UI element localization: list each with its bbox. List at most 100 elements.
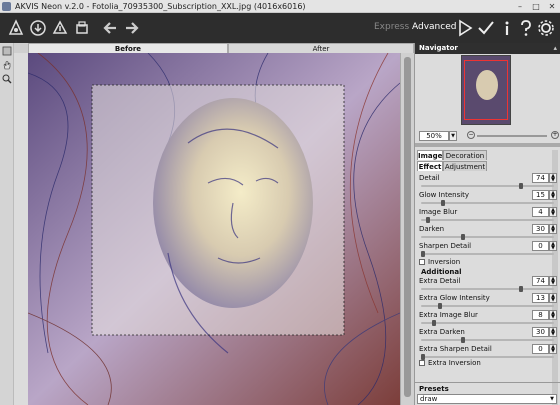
presets-title: Presets <box>419 385 449 393</box>
param-sharpen-detail: Sharpen Detail 0 ▲ ▼ <box>417 241 558 257</box>
zoom-dropdown-icon[interactable]: ▼ <box>449 131 457 141</box>
param-value-field[interactable]: 8 <box>532 310 549 320</box>
tab-effect[interactable]: Effect <box>417 161 443 171</box>
slider-knob[interactable] <box>460 234 465 240</box>
param-detail: Detail 74 ▲ ▼ <box>417 173 558 189</box>
extra-inversion-checkbox[interactable]: Extra Inversion <box>419 359 539 368</box>
hand-tool-icon[interactable] <box>2 60 12 70</box>
additional-group-title: Additional <box>421 268 462 276</box>
scroll-thumb[interactable] <box>404 57 411 397</box>
express-mode-button[interactable]: Express <box>374 22 409 32</box>
navigator-title: Navigator <box>419 44 458 52</box>
param-spinner-icon[interactable]: ▲ ▼ <box>549 241 557 251</box>
param-spinner-icon[interactable]: ▲ ▼ <box>549 207 557 217</box>
slider-knob[interactable] <box>440 200 445 206</box>
param-label: Extra Darken <box>419 328 465 336</box>
param-spinner-icon[interactable]: ▲ ▼ <box>549 276 557 286</box>
apply-check-icon[interactable] <box>476 18 496 38</box>
zoom-out-icon[interactable]: − <box>467 131 475 139</box>
tools-sidebar <box>0 43 14 405</box>
param-darken: Darken 30 ▲ ▼ <box>417 224 558 240</box>
tab-decoration[interactable]: Decoration <box>443 150 487 160</box>
navigator-header: Navigator ▴ <box>415 43 560 54</box>
maximize-button[interactable]: □ <box>528 1 544 12</box>
param-value-field[interactable]: 30 <box>532 224 549 234</box>
open-image-icon[interactable] <box>28 18 48 38</box>
presets-select[interactable]: draw ▼ <box>417 394 557 404</box>
zoom-slider[interactable] <box>477 135 547 137</box>
print-image-icon[interactable] <box>72 18 92 38</box>
param-spinner-icon[interactable]: ▲ ▼ <box>549 293 557 303</box>
param-value-field[interactable]: 30 <box>532 327 549 337</box>
undo-arrow-icon[interactable] <box>100 18 120 38</box>
param-value-field[interactable]: 74 <box>532 276 549 286</box>
param-slider[interactable] <box>421 356 554 358</box>
panel-divider <box>415 143 560 147</box>
slider-knob[interactable] <box>438 303 443 309</box>
param-slider[interactable] <box>421 236 554 238</box>
param-spinner-icon[interactable]: ▲ ▼ <box>549 173 557 183</box>
checkbox-box[interactable] <box>419 360 425 366</box>
param-spinner-icon[interactable]: ▲ ▼ <box>549 190 557 200</box>
image-canvas[interactable] <box>28 53 400 405</box>
zoom-tool-icon[interactable] <box>2 74 12 84</box>
slider-knob[interactable] <box>519 286 524 292</box>
tab-image[interactable]: Image <box>417 150 443 160</box>
param-slider[interactable] <box>421 288 554 290</box>
navigator-preview[interactable] <box>461 55 511 125</box>
run-play-icon[interactable] <box>455 18 475 38</box>
akvis-logo-icon <box>8 19 24 35</box>
param-slider[interactable] <box>421 219 554 221</box>
param-slider[interactable] <box>421 185 554 187</box>
advanced-mode-button[interactable]: Advanced <box>412 22 456 32</box>
toolbar: Express Advanced <box>0 13 560 43</box>
param-value-field[interactable]: 0 <box>532 241 549 251</box>
slider-knob[interactable] <box>460 337 465 343</box>
zoom-in-icon[interactable]: + <box>551 131 559 139</box>
param-slider[interactable] <box>421 253 554 255</box>
settings-gear-icon[interactable] <box>536 18 556 38</box>
close-button[interactable]: ✕ <box>544 1 560 12</box>
param-extra-detail: Extra Detail 74 ▲ ▼ <box>417 276 558 292</box>
slider-knob[interactable] <box>421 251 425 257</box>
param-extra-sharpen-detail: Extra Sharpen Detail 0 ▲ ▼ <box>417 344 558 360</box>
tab-before[interactable]: Before <box>28 43 228 53</box>
tab-after[interactable]: After <box>228 43 414 53</box>
slider-knob[interactable] <box>519 183 524 189</box>
param-extra-glow-intensity: Extra Glow Intensity 13 ▲ ▼ <box>417 293 558 309</box>
param-label: Extra Sharpen Detail <box>419 345 492 353</box>
param-slider[interactable] <box>421 339 554 341</box>
extra-inversion-label: Extra Inversion <box>428 359 481 367</box>
param-slider[interactable] <box>421 322 554 324</box>
tab-adjustment[interactable]: Adjustment <box>443 161 487 171</box>
param-spinner-icon[interactable]: ▲ ▼ <box>549 327 557 337</box>
slider-knob[interactable] <box>431 320 436 326</box>
minimize-button[interactable]: – <box>512 1 528 12</box>
save-image-icon[interactable] <box>50 18 70 38</box>
param-value-field[interactable]: 0 <box>532 344 549 354</box>
param-value-field[interactable]: 15 <box>532 190 549 200</box>
slider-knob[interactable] <box>426 217 431 223</box>
inversion-checkbox[interactable]: Inversion <box>419 258 539 267</box>
param-extra-image-blur: Extra Image Blur 8 ▲ ▼ <box>417 310 558 326</box>
param-value-field[interactable]: 4 <box>532 207 549 217</box>
collapse-icon[interactable]: ▴ <box>553 43 557 54</box>
param-glow-intensity: Glow Intensity 15 ▲ ▼ <box>417 190 558 206</box>
param-value-field[interactable]: 74 <box>532 173 549 183</box>
param-value-field[interactable]: 13 <box>532 293 549 303</box>
param-label: Extra Glow Intensity <box>419 294 490 302</box>
help-question-icon[interactable] <box>516 18 536 38</box>
checkbox-box[interactable] <box>419 259 425 265</box>
param-label: Image Blur <box>419 208 458 216</box>
redo-arrow-icon[interactable] <box>122 18 142 38</box>
zoom-field[interactable]: 50% <box>419 131 449 141</box>
param-spinner-icon[interactable]: ▲ ▼ <box>549 310 557 320</box>
crop-frame-icon[interactable] <box>2 46 12 56</box>
param-spinner-icon[interactable]: ▲ ▼ <box>549 224 557 234</box>
canvas-scrollbar[interactable] <box>400 53 414 405</box>
dropdown-arrow-icon[interactable]: ▼ <box>550 395 554 404</box>
inversion-label: Inversion <box>428 258 461 266</box>
info-icon[interactable] <box>497 18 517 38</box>
title-bar: AKVIS Neon v.2.0 - Fotolia_70935300_Subs… <box>0 0 560 13</box>
param-spinner-icon[interactable]: ▲ ▼ <box>549 344 557 354</box>
